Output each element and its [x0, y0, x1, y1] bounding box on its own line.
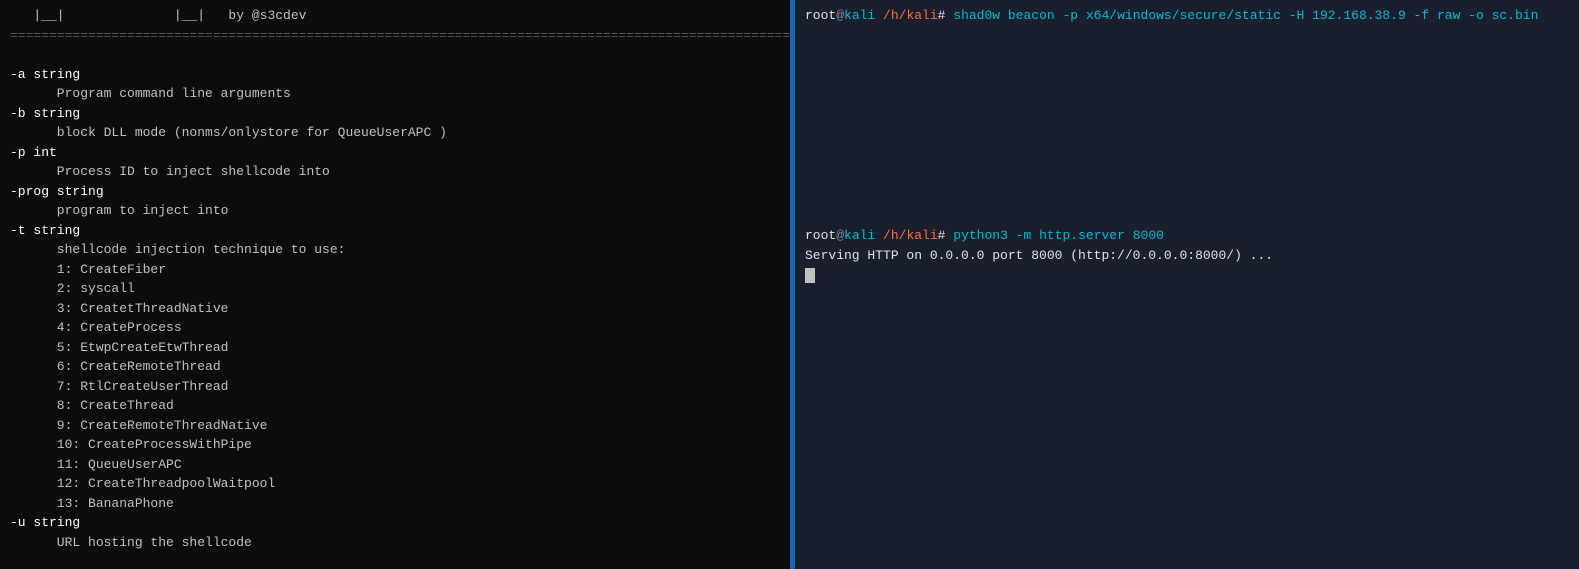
path-1: /h/kali — [875, 8, 937, 23]
hostname-1: kali — [844, 8, 875, 23]
username-2: root — [805, 228, 836, 243]
command-1: shad0w beacon -p x64/windows/secure/stat… — [953, 8, 1538, 23]
username-1: root — [805, 8, 836, 23]
right-terminal: root@kali /h/kali# shad0w beacon -p x64/… — [795, 0, 1579, 569]
terminal-line-2: root@kali /h/kali# python3 -m http.serve… — [805, 226, 1569, 246]
terminal-cursor-line — [805, 266, 1569, 286]
left-terminal: |__| |__| by @s3cdev ===================… — [0, 0, 790, 569]
hostname-2: kali — [844, 228, 875, 243]
terminal-cursor — [805, 268, 815, 283]
path-2: /h/kali — [875, 228, 937, 243]
ascii-art: |__| |__| by @s3cdev ===================… — [10, 6, 780, 569]
terminal-output-line: Serving HTTP on 0.0.0.0 port 8000 (http:… — [805, 246, 1569, 266]
terminal-line-1: root@kali /h/kali# shad0w beacon -p x64/… — [805, 6, 1569, 26]
command-2: python3 -m http.server 8000 — [953, 228, 1164, 243]
terminal-spacer — [805, 26, 1569, 226]
